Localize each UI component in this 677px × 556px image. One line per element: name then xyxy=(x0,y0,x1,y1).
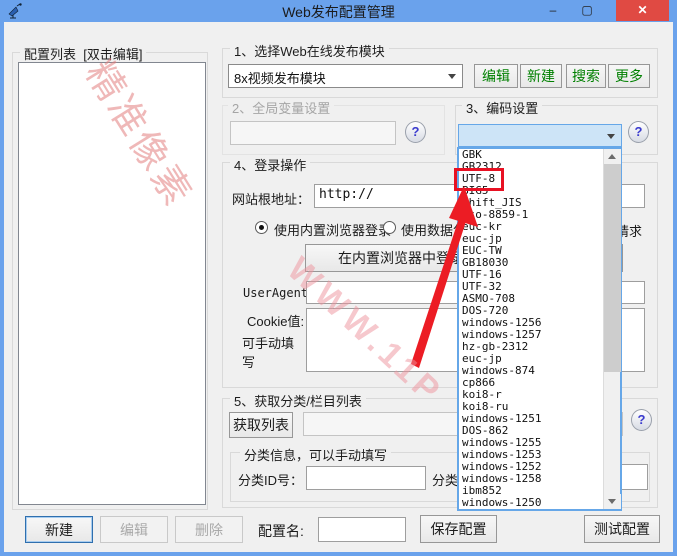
module-new-button[interactable]: 新建 xyxy=(520,64,562,88)
config-name-label: 配置名: xyxy=(258,521,304,541)
category-id-label: 分类ID号： xyxy=(238,470,303,489)
footer-delete-button: 删除 xyxy=(175,516,243,543)
title-bar: Web发布配置管理 – ▢ ✕ xyxy=(0,0,677,22)
close-button[interactable]: ✕ xyxy=(616,0,669,21)
footer-edit-button: 编辑 xyxy=(100,516,168,543)
globals-input xyxy=(230,121,396,145)
radio-builtin-browser-label[interactable]: 使用内置浏览器登录 xyxy=(274,220,391,239)
radio-data-packet[interactable] xyxy=(383,221,396,234)
module-group-title: 1、选择Web在线发布模块 xyxy=(230,41,389,60)
module-search-button[interactable]: 搜索 xyxy=(566,64,606,88)
globals-help-icon[interactable]: ? xyxy=(405,121,426,143)
chevron-down-icon[interactable] xyxy=(448,74,456,79)
encoding-help-icon[interactable]: ? xyxy=(628,121,649,143)
scrollbar-thumb[interactable] xyxy=(604,164,621,372)
module-select-value: 8x视频发布模块 xyxy=(234,68,326,87)
login-group-title: 4、登录操作 xyxy=(230,155,310,174)
radio-builtin-browser[interactable] xyxy=(255,221,268,234)
config-name-input[interactable] xyxy=(318,517,406,542)
category-group-title: 5、获取分类/栏目列表 xyxy=(230,391,366,410)
cookie-label: Cookie值: xyxy=(247,311,304,330)
scroll-down-icon[interactable] xyxy=(604,494,621,509)
globals-group-title: 2、全局变量设置 xyxy=(228,98,334,117)
category-info-title: 分类信息，可以手动填写 xyxy=(240,445,391,464)
dropdown-scrollbar[interactable] xyxy=(603,149,620,509)
minimize-button[interactable]: – xyxy=(538,0,568,21)
module-edit-button[interactable]: 编辑 xyxy=(474,64,518,88)
app-window: Web发布配置管理 – ▢ ✕ 配置列表 [双击编辑] 1、选择Web在线发布模… xyxy=(0,0,677,556)
fetch-list-button[interactable]: 获取列表 xyxy=(229,412,293,438)
chevron-down-icon[interactable] xyxy=(607,134,615,139)
category-help-icon[interactable]: ? xyxy=(631,409,652,431)
scroll-up-icon[interactable] xyxy=(604,149,621,164)
site-url-label: 网站根地址： xyxy=(232,189,310,208)
config-list-title: 配置列表 [双击编辑] xyxy=(20,44,146,63)
utf8-highlight-box xyxy=(454,168,504,191)
module-select[interactable]: 8x视频发布模块 xyxy=(228,64,463,88)
maximize-button[interactable]: ▢ xyxy=(572,0,602,21)
config-listbox[interactable] xyxy=(18,62,206,505)
save-config-button[interactable]: 保存配置 xyxy=(420,515,497,543)
manual-fill-note: 可手动填写 xyxy=(242,334,306,372)
footer-new-button[interactable]: 新建 xyxy=(25,516,93,543)
module-more-button[interactable]: 更多 xyxy=(608,64,650,88)
encoding-options: GBKGB2312UTF-8BIG5Shift_JISiso-8859-1euc… xyxy=(459,149,620,509)
encoding-group-title: 3、编码设置 xyxy=(462,98,542,117)
encoding-option[interactable]: windows-1250 xyxy=(459,497,620,509)
useragent-label: UserAgent xyxy=(243,286,308,300)
category-id-input[interactable] xyxy=(306,466,426,490)
encoding-select[interactable] xyxy=(458,124,622,147)
test-config-button[interactable]: 测试配置 xyxy=(584,515,660,543)
encoding-dropdown-list[interactable]: GBKGB2312UTF-8BIG5Shift_JISiso-8859-1euc… xyxy=(457,147,622,511)
